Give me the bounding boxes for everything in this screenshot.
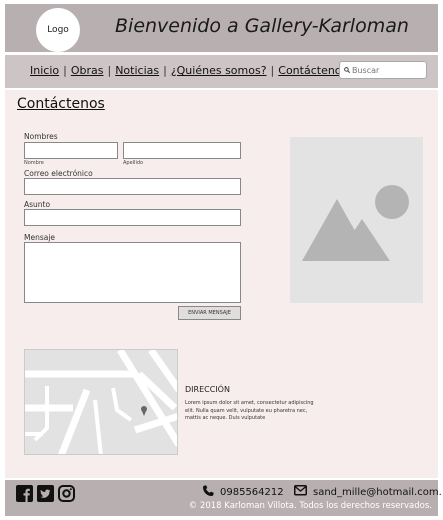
- nav-item-inicio[interactable]: Inicio: [30, 64, 59, 77]
- main-navigation: Inicio | Obras | Noticias | ¿Quiénes som…: [5, 55, 438, 88]
- image-placeholder: [290, 137, 423, 303]
- last-name-field[interactable]: [123, 142, 241, 161]
- subject-label: Asunto: [24, 200, 51, 209]
- phone-number[interactable]: 0985564212: [220, 487, 284, 498]
- social-links: [16, 485, 75, 506]
- nav-separator: |: [63, 64, 67, 77]
- message-label: Mensaje: [24, 233, 56, 242]
- facebook-icon[interactable]: [16, 485, 33, 506]
- send-message-button[interactable]: ENVIAR MENSAJE: [178, 306, 241, 320]
- nav-links: Inicio | Obras | Noticias | ¿Quiénes som…: [30, 64, 347, 77]
- names-label: Nombres: [24, 132, 58, 141]
- footer-email: sand_mille@hotmail.com.: [294, 485, 442, 499]
- address-text: Lorem ipsum dolor sit amet, consectetur …: [185, 400, 314, 421]
- logo-text: Logo: [47, 25, 69, 35]
- first-name-field[interactable]: [24, 142, 118, 161]
- logo[interactable]: Logo: [36, 8, 80, 52]
- nav-item-obras[interactable]: Obras: [71, 64, 104, 77]
- message-field[interactable]: [24, 242, 241, 303]
- search-box[interactable]: [339, 61, 427, 79]
- image-placeholder-icon: [302, 185, 409, 261]
- email-address[interactable]: sand_mille@hotmail.com.: [313, 487, 442, 498]
- main-content: Contáctenos Nombres Nombre Apellido Corr…: [5, 90, 438, 478]
- first-name-sublabel: Nombre: [24, 160, 44, 166]
- subject-input[interactable]: [25, 213, 240, 228]
- email-label: Correo electrónico: [24, 169, 93, 178]
- nav-item-quienes-somos[interactable]: ¿Quiénes somos?: [171, 64, 267, 77]
- search-icon: [344, 66, 351, 75]
- nav-separator: |: [270, 64, 275, 77]
- site-header: Logo Bienvenido a Gallery-Karloman: [5, 4, 438, 52]
- last-name-input[interactable]: [124, 146, 240, 161]
- first-name-input[interactable]: [25, 146, 117, 161]
- nav-item-contactenos[interactable]: Contáctenos: [278, 64, 347, 77]
- subject-field[interactable]: [24, 209, 241, 228]
- nav-separator: |: [163, 64, 167, 77]
- email-input[interactable]: [25, 182, 240, 197]
- nav-separator: |: [107, 64, 112, 77]
- nav-item-noticias[interactable]: Noticias: [115, 64, 159, 77]
- instagram-icon[interactable]: [58, 485, 75, 506]
- site-title: Bienvenido a Gallery-Karloman: [115, 15, 409, 37]
- address-title: DIRECCIÓN: [185, 385, 230, 394]
- copyright-text: © 2018 Karloman Villota. Todos los derec…: [188, 501, 432, 511]
- message-textarea[interactable]: [25, 243, 240, 302]
- page-title: Contáctenos: [17, 96, 105, 112]
- envelope-icon: [294, 485, 307, 499]
- location-map[interactable]: [24, 349, 178, 455]
- email-field[interactable]: [24, 178, 241, 197]
- search-input[interactable]: [352, 65, 424, 75]
- phone-icon: [202, 485, 214, 500]
- last-name-sublabel: Apellido: [123, 160, 144, 166]
- twitter-icon[interactable]: [37, 485, 54, 506]
- footer-phone: 0985564212: [202, 485, 284, 500]
- site-footer: 0985564212 sand_mille@hotmail.com. © 201…: [5, 480, 442, 516]
